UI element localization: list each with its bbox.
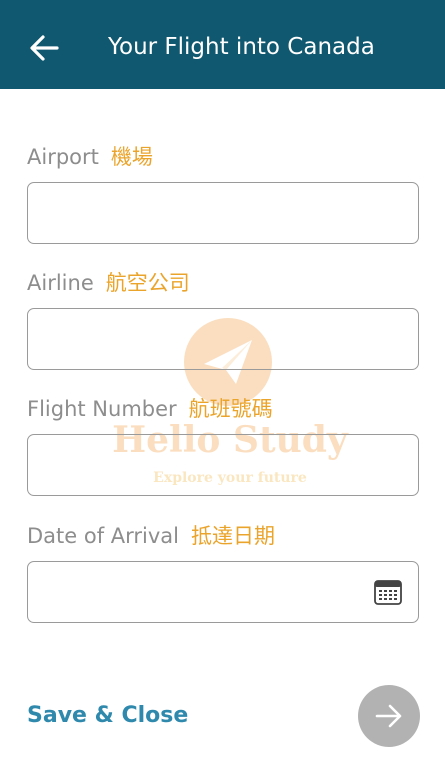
airline-input[interactable] [27, 308, 419, 370]
flight-number-label-en: Flight Number [27, 397, 177, 421]
arrow-left-icon [30, 35, 59, 61]
airport-label: Airport 機場 [27, 142, 153, 172]
app-header: Your Flight into Canada [0, 0, 445, 89]
flight-number-label-zh: 航班號碼 [188, 397, 273, 421]
flight-number-label: Flight Number 航班號碼 [27, 394, 273, 424]
save-close-button[interactable]: Save & Close [27, 700, 188, 732]
arrival-date-input[interactable] [27, 561, 419, 623]
arrival-date-label-en: Date of Arrival [27, 524, 180, 548]
next-button[interactable] [358, 685, 420, 747]
flight-number-input[interactable] [27, 434, 419, 496]
airport-input[interactable] [27, 182, 419, 244]
back-button[interactable] [26, 29, 64, 67]
arrow-right-icon [375, 704, 402, 728]
airline-label-en: Airline [27, 271, 94, 295]
airport-label-en: Airport [27, 145, 99, 169]
calendar-icon [374, 580, 402, 605]
airline-label: Airline 航空公司 [27, 268, 190, 298]
arrival-date-label: Date of Arrival 抵達日期 [27, 521, 275, 551]
airport-label-zh: 機場 [110, 145, 153, 169]
airline-label-zh: 航空公司 [105, 271, 190, 295]
arrival-date-label-zh: 抵達日期 [191, 524, 276, 548]
calendar-button[interactable] [374, 579, 402, 605]
page-title: Your Flight into Canada [108, 34, 375, 60]
